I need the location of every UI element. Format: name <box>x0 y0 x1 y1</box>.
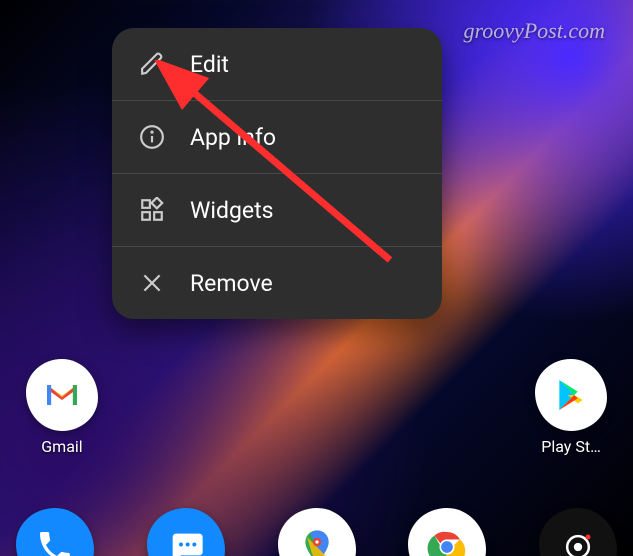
menu-item-label: Remove <box>190 270 273 297</box>
menu-item-remove[interactable]: Remove <box>112 246 442 319</box>
chrome-icon <box>427 527 467 556</box>
watermark: groovyPost.com <box>463 18 605 44</box>
phone-icon <box>35 527 75 556</box>
menu-item-label: Edit <box>190 51 229 78</box>
info-icon <box>138 123 166 151</box>
context-menu: Edit App info Widgets Remove <box>112 28 442 319</box>
close-icon <box>138 269 166 297</box>
pencil-icon <box>138 50 166 78</box>
menu-item-app-info[interactable]: App info <box>112 100 442 173</box>
messages-icon <box>166 527 206 556</box>
dock-app-messages[interactable] <box>147 508 225 556</box>
dock-app-camera[interactable] <box>539 508 617 556</box>
play-store-icon <box>535 359 607 431</box>
menu-item-label: Widgets <box>190 197 273 224</box>
dock-app-chrome[interactable] <box>408 508 486 556</box>
app-label: Gmail <box>41 437 82 456</box>
camera-icon <box>558 527 598 556</box>
dock-app-phone[interactable] <box>16 508 94 556</box>
menu-item-edit[interactable]: Edit <box>112 28 442 100</box>
gmail-icon <box>26 359 98 431</box>
app-gmail[interactable]: Gmail <box>16 359 108 456</box>
menu-item-label: App info <box>190 124 276 151</box>
app-label: Play St… <box>541 437 601 456</box>
maps-icon <box>297 527 337 556</box>
dock <box>0 508 633 556</box>
widgets-icon <box>138 196 166 224</box>
home-app-row: Gmail Play St… <box>0 359 633 456</box>
menu-item-widgets[interactable]: Widgets <box>112 173 442 246</box>
dock-app-maps[interactable] <box>278 508 356 556</box>
app-play-store[interactable]: Play St… <box>525 359 617 456</box>
